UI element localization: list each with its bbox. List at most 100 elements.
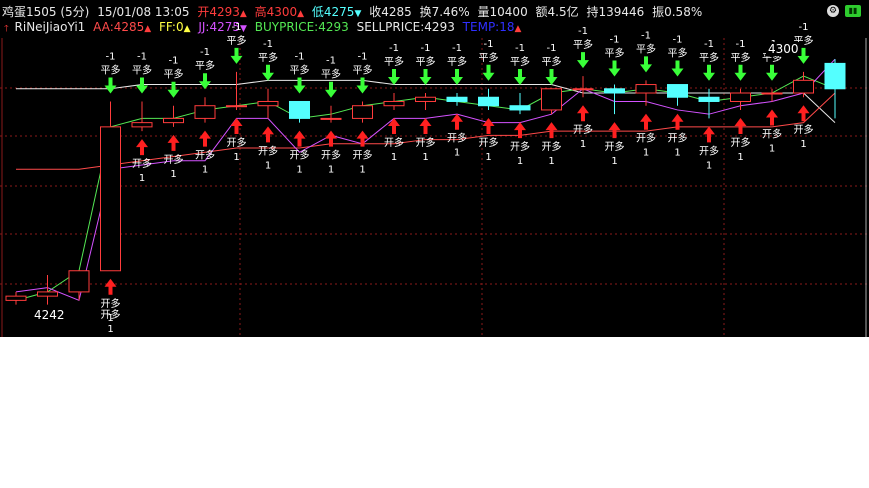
candle-body (131, 122, 153, 128)
green-down-arrow-icon (325, 81, 337, 98)
buy-signal-count: 1 (296, 165, 302, 176)
candle-body (320, 117, 342, 120)
buy-signal-label: 开多 (353, 149, 373, 162)
sell-signal-count: -1 (799, 22, 809, 33)
buy-signal-count: 1 (611, 156, 617, 167)
candle-body (635, 84, 657, 94)
sell-signal-count: -1 (200, 47, 210, 58)
buy-signal-count: 1 (580, 139, 586, 150)
green-down-arrow-icon (671, 60, 684, 77)
red-up-arrow-icon (451, 113, 463, 130)
sell-signal-label: 平多 (636, 42, 656, 55)
candle-body (541, 88, 562, 111)
buy-signal-label: 开多 (227, 136, 247, 149)
buy-signal-label: 开多 (195, 149, 215, 162)
buy-signal-count: 1 (202, 165, 208, 176)
sell-signal-count: -1 (484, 39, 494, 50)
sell-signal-label: 平多 (227, 34, 247, 47)
sell-signal-count: -1 (578, 26, 588, 37)
sell-signal-count: -1 (358, 51, 368, 62)
green-down-arrow-icon (734, 64, 747, 81)
sell-signal-count: -1 (452, 43, 462, 54)
buy-signal-label: 开多 (101, 308, 121, 321)
candle-body (793, 79, 814, 94)
sell-signal-label: 平多 (353, 63, 373, 76)
buy-signal-count: 1 (674, 148, 680, 159)
red-up-arrow-icon (262, 126, 274, 143)
sell-signal-count: -1 (673, 35, 683, 46)
candle-body (100, 126, 121, 272)
buy-signal-count: 1 (422, 152, 428, 163)
buy-signal-count: 1 (706, 160, 712, 171)
candle-body (5, 295, 27, 301)
buy-signal-label: 开多 (542, 140, 562, 153)
green-down-arrow-icon (577, 52, 589, 69)
candle-body (761, 92, 783, 95)
buy-signal-count: 1 (454, 148, 460, 159)
green-down-arrow-icon (419, 69, 432, 86)
buy-signal-label: 开多 (762, 127, 782, 140)
candle-body (194, 105, 216, 119)
buy-signal-label: 开多 (573, 123, 593, 136)
sell-signal-label: 平多 (605, 47, 625, 60)
candlestick-chart[interactable]: -1平多开多1-1平多开多1-1平多开多1-1平多开多1-1平多开多1-1平多开… (0, 0, 869, 337)
red-up-arrow-icon (199, 130, 211, 147)
candle-body (352, 105, 373, 119)
red-up-arrow-icon (640, 113, 652, 130)
sell-signal-label: 平多 (321, 68, 341, 81)
candle-body (509, 105, 531, 111)
green-down-arrow-icon (514, 69, 526, 86)
buy-signal-count: 1 (517, 156, 523, 167)
sell-signal-label: 平多 (699, 51, 719, 64)
green-down-arrow-icon (766, 64, 778, 81)
sell-signal-count: -1 (106, 51, 116, 62)
buy-signal-label: 开多 (510, 140, 530, 153)
chart-panel[interactable]: 鸡蛋1505 (5分) 15/01/08 13:05 开4293▲ 高4300▲… (0, 0, 869, 337)
candle-body (698, 96, 720, 102)
candle-body (226, 105, 247, 108)
buy-signal-count: 1 (737, 152, 743, 163)
sell-signal-label: 平多 (164, 68, 184, 81)
green-down-arrow-icon (545, 69, 558, 86)
buy-signal-count: 1 (107, 324, 113, 335)
sell-signal-label: 平多 (573, 38, 593, 51)
red-up-arrow-icon (136, 139, 148, 156)
candle-body (446, 96, 468, 102)
candle-body (824, 62, 846, 90)
sell-signal-count: -1 (295, 51, 305, 62)
sell-signal-label: 平多 (479, 51, 499, 64)
sell-signal-label: 平多 (101, 63, 121, 76)
buy-signal-label: 开多 (416, 136, 436, 149)
sell-signal-label: 平多 (668, 47, 688, 60)
red-up-arrow-icon (104, 278, 117, 295)
buy-signal-count: 1 (391, 152, 397, 163)
sell-signal-label: 平多 (416, 55, 436, 68)
green-down-arrow-icon (451, 69, 463, 86)
candle-body (257, 100, 279, 107)
buy-signal-label: 开多 (290, 149, 310, 162)
low-price-label: 4242 (32, 308, 67, 322)
green-down-arrow-icon (608, 60, 621, 77)
sell-signal-label: 平多 (447, 55, 467, 68)
green-down-arrow-icon (640, 56, 652, 73)
sell-signal-count: -1 (641, 30, 651, 41)
green-down-arrow-icon (482, 64, 495, 81)
sell-signal-label: 平多 (384, 55, 404, 68)
buy-signal-label: 开多 (699, 144, 719, 157)
sell-signal-count: -1 (263, 39, 273, 50)
sell-signal-count: -1 (515, 43, 525, 54)
candle-body (667, 84, 688, 98)
green-down-arrow-icon (230, 47, 243, 64)
red-up-arrow-icon (230, 117, 243, 134)
buy-signal-count: 1 (328, 165, 334, 176)
sell-signal-count: -1 (421, 43, 431, 54)
candle-body (572, 88, 594, 91)
green-down-arrow-icon (136, 77, 148, 94)
candle-body (604, 88, 625, 94)
sell-signal-count: -1 (547, 43, 557, 54)
sell-signal-label: 平多 (132, 63, 152, 76)
sell-signal-label: 平多 (258, 51, 278, 64)
sell-signal-label: 平多 (542, 55, 562, 68)
buy-signal-label: 开多 (258, 144, 278, 157)
buy-signal-label: 开多 (101, 297, 121, 310)
